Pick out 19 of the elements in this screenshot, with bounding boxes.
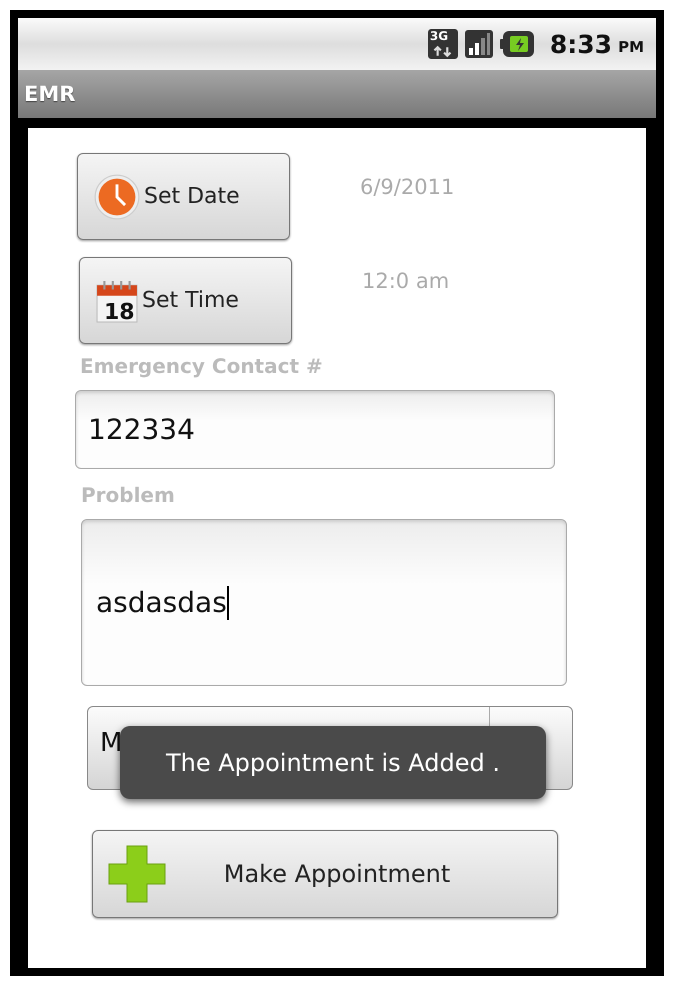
date-value: 6/9/2011 xyxy=(360,175,454,199)
signal-icon xyxy=(464,30,494,58)
set-time-button[interactable]: 18 Set Time xyxy=(79,257,292,344)
clock-time: 8:33 xyxy=(550,30,612,58)
problem-input-field[interactable]: asdasdas xyxy=(81,519,567,686)
battery-icon xyxy=(500,31,534,57)
network-type-label: 3G xyxy=(428,30,450,43)
appointment-added-toast: The Appointment is Added . xyxy=(120,726,546,799)
make-appointment-button[interactable]: Make Appointment xyxy=(92,830,558,918)
problem-label: Problem xyxy=(81,483,176,507)
calendar-day: 18 xyxy=(104,300,135,325)
app-title: EMR xyxy=(24,82,76,106)
clock-icon xyxy=(94,174,140,220)
plus-icon xyxy=(107,844,167,904)
time-value: 12:0 am xyxy=(362,269,450,293)
contact-label: Emergency Contact # xyxy=(80,354,324,378)
clock-period: PM xyxy=(618,38,644,56)
contact-input-field[interactable]: 122334 xyxy=(75,390,555,469)
set-date-button[interactable]: Set Date xyxy=(77,153,290,240)
